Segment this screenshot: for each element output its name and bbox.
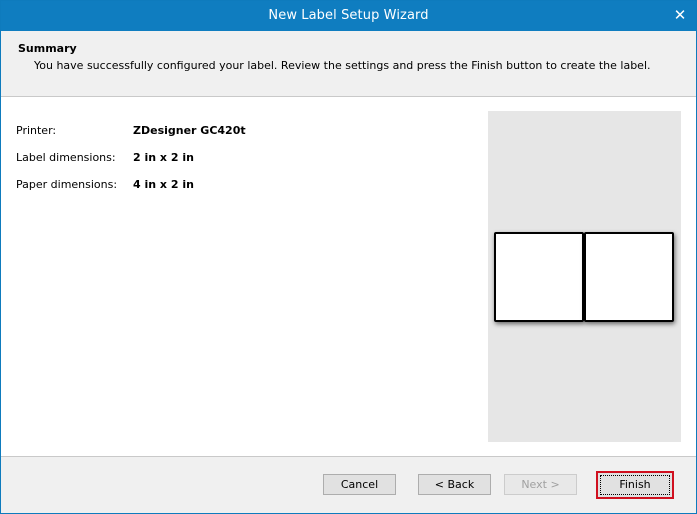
label-dimensions-label: Label dimensions: [16, 151, 116, 164]
label-preview-right [584, 232, 674, 322]
back-button[interactable]: < Back [418, 474, 491, 495]
close-icon[interactable]: ✕ [670, 5, 690, 25]
finish-button[interactable]: Finish [596, 471, 674, 499]
window-title: New Label Setup Wizard [268, 8, 429, 23]
cancel-button[interactable]: Cancel [323, 474, 396, 495]
paper-dimensions-label: Paper dimensions: [16, 178, 118, 191]
summary-content: Printer: ZDesigner GC420t Label dimensio… [1, 97, 696, 455]
step-title: Summary [18, 42, 77, 55]
wizard-window: New Label Setup Wizard ✕ Summary You hav… [0, 0, 697, 514]
printer-label: Printer: [16, 124, 57, 137]
wizard-header: Summary You have successfully configured… [1, 31, 696, 97]
button-bar: Cancel < Back Next > Finish [1, 456, 696, 513]
label-preview-left [494, 232, 584, 322]
label-dimensions-value: 2 in x 2 in [133, 151, 194, 164]
printer-value: ZDesigner GC420t [133, 124, 246, 137]
title-bar: New Label Setup Wizard ✕ [1, 1, 696, 31]
step-description: You have successfully configured your la… [34, 59, 651, 72]
finish-button-label: Finish [600, 475, 670, 495]
next-button[interactable]: Next > [504, 474, 577, 495]
label-preview [488, 111, 681, 442]
paper-dimensions-value: 4 in x 2 in [133, 178, 194, 191]
